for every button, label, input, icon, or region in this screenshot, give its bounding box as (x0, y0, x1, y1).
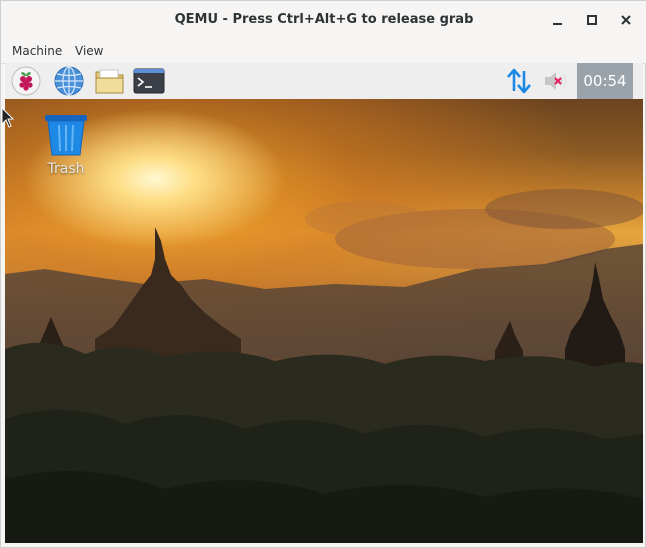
maximize-button[interactable] (583, 11, 601, 29)
terminal-button[interactable] (133, 66, 165, 96)
close-button[interactable] (617, 11, 635, 29)
folder-icon (95, 69, 124, 94)
menu-view[interactable]: View (75, 44, 103, 58)
qemu-window: QEMU - Press Ctrl+Alt+G to release grab … (0, 0, 646, 548)
raspberry-menu-button[interactable] (10, 66, 42, 96)
mouse-pointer-icon (1, 107, 15, 128)
menu-machine[interactable]: Machine (12, 44, 62, 58)
file-manager-button[interactable] (94, 66, 126, 96)
trash-icon (45, 115, 87, 156)
terminal-icon (133, 68, 165, 94)
close-icon (621, 15, 631, 25)
network-arrows-icon (507, 68, 531, 94)
web-browser-button[interactable] (53, 66, 85, 96)
raspberry-icon (11, 66, 41, 96)
desktop-icon-trash-label[interactable]: Trash (35, 161, 97, 177)
network-button[interactable] (505, 67, 533, 95)
desktop[interactable]: Trash (5, 99, 643, 543)
guest-display[interactable]: 00:54 Trash (5, 63, 643, 543)
title-bar[interactable]: QEMU - Press Ctrl+Alt+G to release grab (1, 1, 646, 39)
minimize-icon (553, 23, 562, 25)
volume-button[interactable] (542, 68, 572, 94)
clock[interactable]: 00:54 (577, 63, 633, 99)
maximize-icon (587, 15, 597, 25)
pi-taskbar: 00:54 (5, 63, 643, 100)
desktop-icon-trash[interactable] (43, 113, 89, 157)
minimize-button[interactable] (549, 11, 567, 29)
volume-muted-icon (545, 72, 567, 90)
menu-bar: Machine View (1, 39, 646, 64)
wallpaper-image (5, 189, 643, 543)
globe-icon (54, 66, 84, 96)
